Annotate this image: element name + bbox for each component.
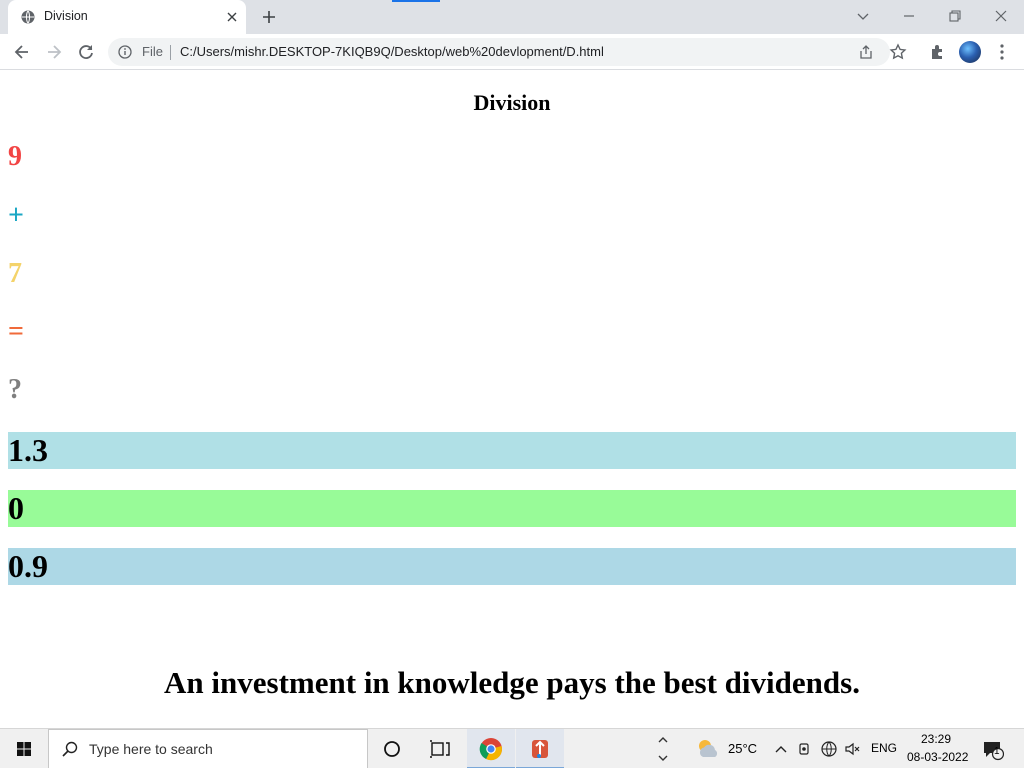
taskbar-search[interactable]: Type here to search — [48, 729, 368, 768]
minimize-icon[interactable] — [898, 6, 920, 26]
volume-muted-icon[interactable] — [844, 740, 862, 758]
tab-indicator — [392, 0, 440, 2]
share-icon[interactable] — [858, 44, 874, 60]
chrome-icon — [479, 738, 502, 761]
answer-option-1[interactable]: 1.3 — [8, 432, 1016, 469]
url-text[interactable]: C:/Users/mishr.DESKTOP-7KIQB9Q/Desktop/w… — [180, 44, 604, 59]
extension-puzzle-icon[interactable] — [928, 42, 948, 62]
profile-avatar[interactable] — [959, 41, 981, 63]
chrome-taskbar-button[interactable] — [467, 729, 515, 768]
windows-start-icon[interactable] — [0, 729, 48, 768]
operand-first: 9 — [8, 141, 22, 172]
unknown-symbol: ? — [8, 374, 22, 405]
answer-option-2[interactable]: 0 — [8, 490, 1016, 527]
answer-option-3[interactable]: 0.9 — [8, 548, 1016, 585]
restore-icon[interactable] — [944, 6, 966, 26]
task-view-icon[interactable] — [416, 729, 464, 768]
weather-icon[interactable] — [694, 737, 722, 761]
operand-second: 7 — [8, 258, 22, 289]
file-label: File — [142, 44, 163, 59]
clock-date[interactable]: 08-03-2022 — [907, 750, 968, 764]
network-icon[interactable] — [820, 740, 838, 758]
taskbar: Type here to search 25°C ENG 23:29 08-03… — [0, 728, 1024, 768]
address-bar[interactable]: File C:/Users/mishr.DESKTOP-7KIQB9Q/Desk… — [108, 38, 890, 66]
browser-toolbar: File C:/Users/mishr.DESKTOP-7KIQB9Q/Desk… — [0, 34, 1024, 70]
page-content: Division 9 + 7 = ? 1.3 0 0.9 An investme… — [0, 71, 1024, 728]
scroll-arrows-icon[interactable] — [656, 731, 670, 767]
chevron-down-icon[interactable] — [852, 6, 874, 26]
weather-temp: 25°C — [728, 741, 758, 756]
close-icon[interactable] — [990, 6, 1012, 26]
forward-arrow-icon[interactable] — [44, 42, 64, 62]
language-indicator[interactable]: ENG — [871, 741, 897, 755]
notification-icon[interactable] — [982, 739, 1004, 761]
app-icon — [532, 740, 548, 758]
app-taskbar-button[interactable] — [516, 729, 564, 768]
notification-count: 1 — [994, 746, 1000, 757]
address-separator — [170, 45, 171, 60]
search-icon — [62, 741, 78, 757]
cortana-circle-icon[interactable] — [368, 729, 416, 768]
meet-icon[interactable] — [798, 741, 812, 757]
globe-icon — [21, 10, 35, 24]
info-icon[interactable] — [118, 45, 132, 59]
search-placeholder: Type here to search — [89, 741, 213, 757]
plus-icon[interactable] — [260, 8, 278, 26]
page-title: Division — [473, 90, 551, 115]
chevron-up-icon[interactable] — [774, 741, 788, 757]
tab-strip: Division — [0, 0, 1024, 34]
clock-time[interactable]: 23:29 — [921, 732, 951, 746]
operator-symbol: + — [8, 200, 24, 231]
more-vert-icon[interactable] — [992, 42, 1012, 62]
star-icon[interactable] — [888, 42, 908, 62]
equals-symbol: = — [8, 316, 24, 347]
back-arrow-icon[interactable] — [12, 42, 32, 62]
reload-icon[interactable] — [76, 42, 96, 62]
tab-title: Division — [44, 9, 88, 23]
quote-text: An investment in knowledge pays the best… — [164, 665, 860, 700]
browser-tab[interactable]: Division — [8, 0, 246, 34]
close-icon[interactable] — [224, 9, 240, 25]
